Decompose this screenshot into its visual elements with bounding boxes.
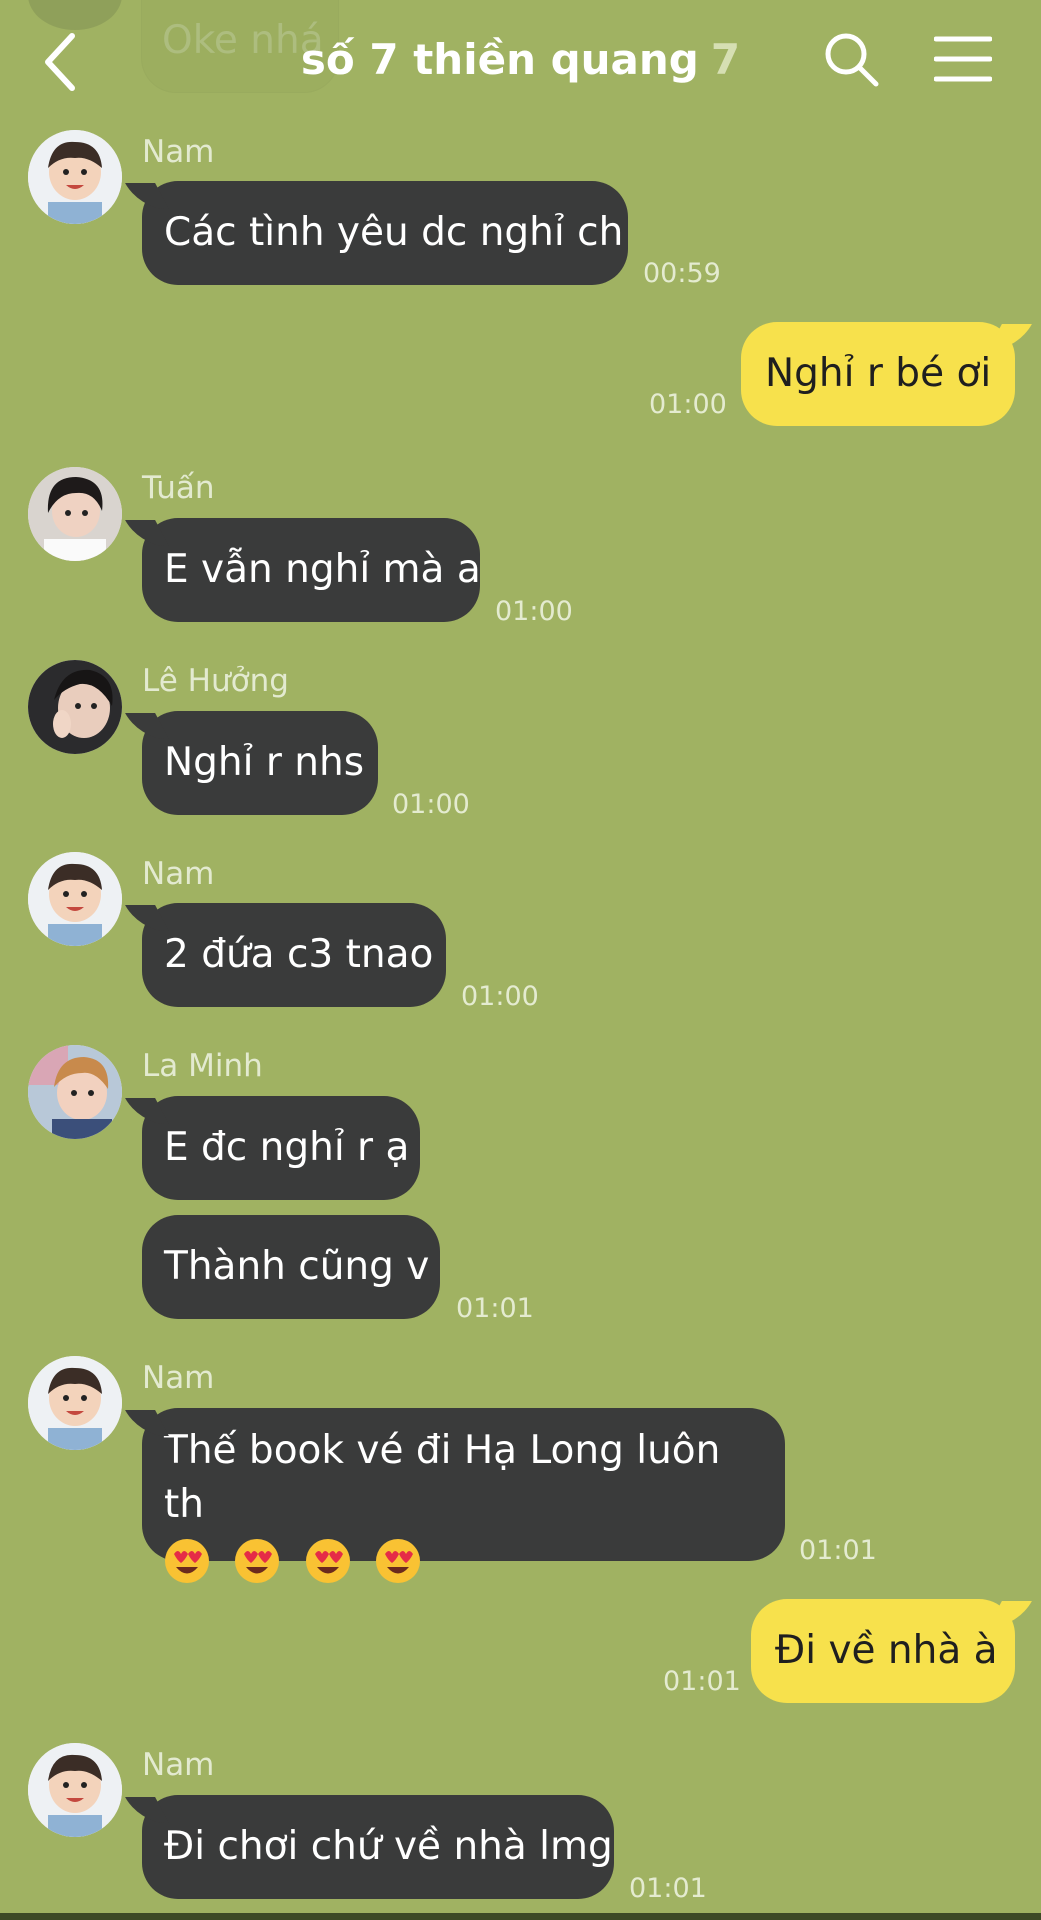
chat-title: số 7 thiền quang 7	[0, 30, 1041, 90]
sender-name: Nam	[142, 134, 215, 170]
message-bubble[interactable]: Nghỉ r nhs	[142, 711, 378, 815]
emoji-row	[164, 1532, 763, 1586]
message-time: 01:00	[649, 389, 727, 420]
message-bubble[interactable]: Thế book vé đi Hạ Long luôn th	[142, 1408, 785, 1583]
message-text: Nghỉ r bé ơi	[765, 351, 992, 396]
avatar-tuan[interactable]	[28, 467, 122, 561]
my-message-bubble[interactable]: Nghỉ r bé ơi	[741, 322, 1015, 426]
heart-eyes-emoji-icon	[165, 1538, 209, 1583]
message-time: 01:01	[629, 1873, 707, 1904]
sender-name: Nam	[142, 856, 215, 892]
message-time: 01:01	[799, 1535, 877, 1566]
bottom-edge	[0, 1913, 1041, 1920]
message-time: 01:01	[456, 1293, 534, 1324]
message-text: Các tình yêu dc nghỉ ch	[164, 210, 624, 255]
message-time: 01:00	[461, 981, 539, 1012]
heart-eyes-emoji-icon	[305, 1538, 350, 1583]
sender-name: Nam	[142, 1360, 215, 1396]
message-bubble[interactable]: E vẫn nghỉ mà a	[142, 518, 481, 622]
message-text: Thế book vé đi Hạ Long luôn th	[164, 1428, 721, 1527]
avatar-nam[interactable]	[28, 1743, 122, 1837]
sender-name: Nam	[142, 1747, 215, 1783]
message-text: 2 đứa c3 tnao	[164, 932, 434, 977]
avatar-nam[interactable]	[28, 1356, 122, 1450]
previous-avatar	[28, 0, 122, 30]
message-time: 01:00	[392, 789, 470, 820]
message-text: Đi chơi chứ về nhà lmg	[164, 1824, 613, 1869]
member-count: 7	[710, 35, 741, 84]
heart-eyes-emoji-icon	[376, 1538, 421, 1583]
message-text: Nghỉ r nhs	[164, 740, 365, 785]
avatar-nam[interactable]	[28, 852, 122, 946]
sender-name: Tuấn	[142, 470, 215, 506]
message-bubble[interactable]: Các tình yêu dc nghỉ ch	[142, 181, 628, 285]
message-text: E vẫn nghỉ mà a	[164, 547, 481, 592]
heart-eyes-emoji-icon	[235, 1538, 280, 1583]
message-text: Đi về nhà à	[775, 1628, 998, 1673]
message-text: Thành cũng v	[164, 1244, 430, 1289]
message-time: 01:00	[495, 596, 573, 627]
message-bubble[interactable]: Đi chơi chứ về nhà lmg	[142, 1795, 614, 1899]
message-bubble[interactable]: 2 đứa c3 tnao	[142, 903, 446, 1007]
message-bubble[interactable]: Thành cũng v	[142, 1215, 440, 1319]
message-time: 00:59	[643, 258, 721, 289]
avatar-nam[interactable]	[28, 130, 122, 224]
chat-title-text: số 7 thiền quang	[300, 35, 699, 84]
menu-icon[interactable]	[933, 34, 993, 84]
message-time: 01:01	[663, 1666, 741, 1697]
chat-header: Oke nhá số 7 thiền quang 7	[0, 0, 1041, 120]
sender-name: La Minh	[142, 1048, 263, 1084]
sender-name: Lê Hưởng	[142, 663, 289, 699]
avatar-le-huong[interactable]	[28, 660, 122, 754]
search-icon[interactable]	[822, 30, 882, 90]
message-bubble[interactable]: E đc nghỉ r ạ	[142, 1096, 420, 1200]
avatar-la-minh[interactable]	[28, 1045, 122, 1139]
message-text: E đc nghỉ r ạ	[164, 1125, 410, 1170]
my-message-bubble[interactable]: Đi về nhà à	[751, 1599, 1015, 1703]
